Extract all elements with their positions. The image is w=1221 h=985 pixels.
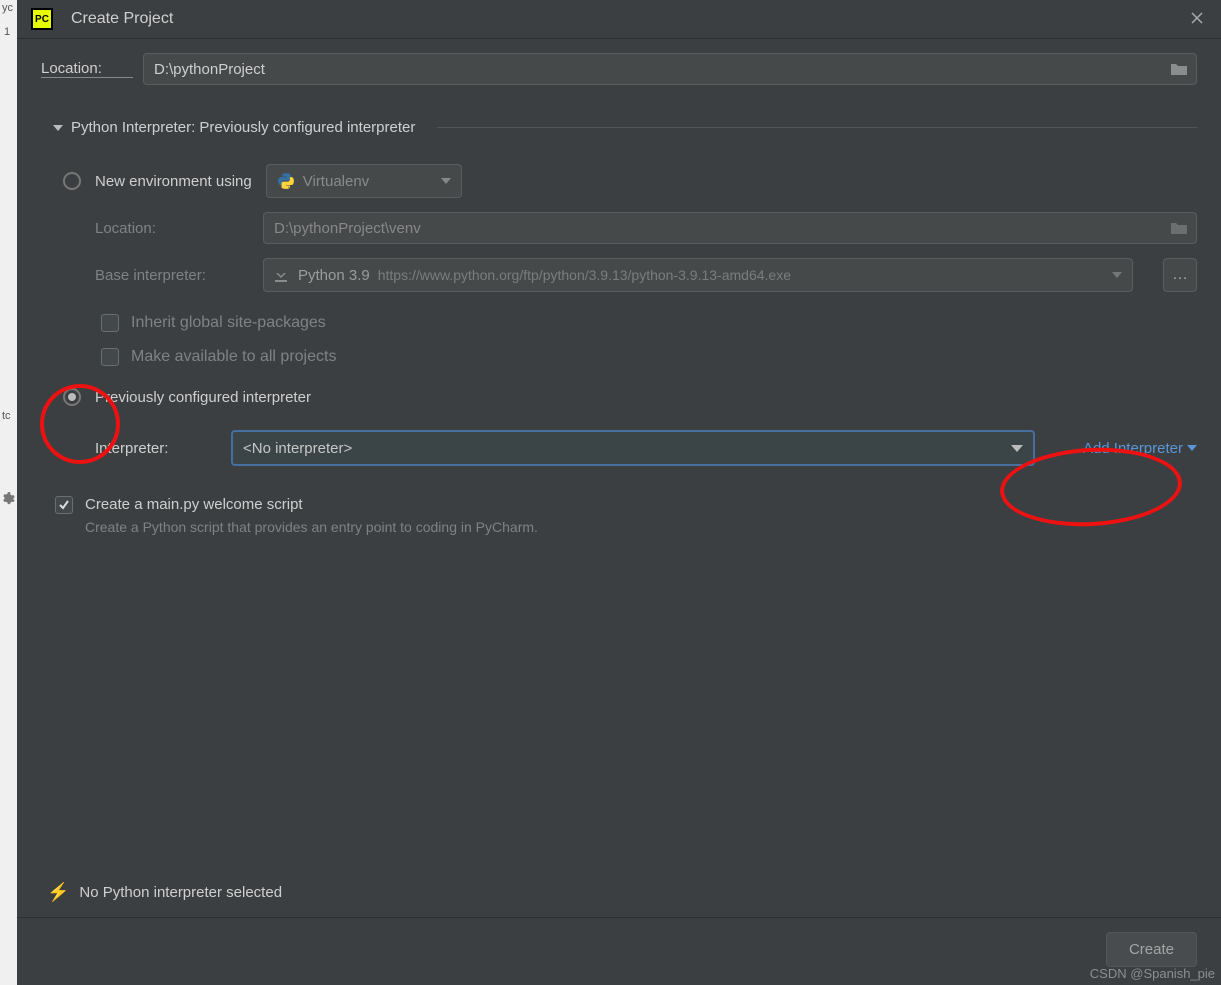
strip-text: yc <box>0 0 17 16</box>
radio-new-env[interactable] <box>63 172 81 190</box>
prev-radio-row[interactable]: Previously configured interpreter <box>63 388 1197 406</box>
welcome-script-row[interactable]: Create a main.py welcome script Create a… <box>55 496 1197 535</box>
python-icon <box>277 172 295 190</box>
gear-icon <box>1 492 15 506</box>
env-location-label: Location: <box>95 220 243 237</box>
create-project-dialog: PC Create Project Location: D:\pythonPro… <box>17 0 1221 985</box>
env-type-dropdown[interactable]: Virtualenv <box>266 164 462 198</box>
env-location-input: D:\pythonProject\venv <box>263 212 1197 244</box>
inherit-label: Inherit global site-packages <box>131 314 326 332</box>
chevron-down-icon <box>1187 445 1197 451</box>
dialog-title: Create Project <box>71 10 1189 28</box>
background-window-strip: yc 1 tc <box>0 0 17 985</box>
radio-prev-configured[interactable] <box>63 388 81 406</box>
location-value: D:\pythonProject <box>154 61 265 78</box>
interpreter-value: <No interpreter> <box>243 440 352 457</box>
welcome-checkbox[interactable] <box>55 496 73 514</box>
lightning-icon: ⚡ <box>47 882 69 903</box>
warning-text: No Python interpreter selected <box>79 884 282 901</box>
chevron-down-icon <box>53 123 63 133</box>
interpreter-section-header[interactable]: Python Interpreter: Previously configure… <box>53 119 1197 136</box>
interpreter-dropdown[interactable]: <No interpreter> <box>231 430 1035 466</box>
watermark: CSDN @Spanish_pie <box>1090 966 1215 981</box>
chevron-down-icon <box>1011 445 1023 452</box>
location-input[interactable]: D:\pythonProject <box>143 53 1197 85</box>
location-label: Location: <box>41 60 133 78</box>
strip-text: 1 <box>0 16 17 48</box>
close-icon[interactable] <box>1189 10 1207 28</box>
base-interpreter-label: Base interpreter: <box>95 267 243 284</box>
browse-button: … <box>1163 258 1197 292</box>
make-available-checkbox-row: Make available to all projects <box>101 348 1197 366</box>
interpreter-label: Interpreter: <box>95 440 211 457</box>
create-button[interactable]: Create <box>1106 932 1197 967</box>
download-icon <box>274 268 288 282</box>
welcome-sublabel: Create a Python script that provides an … <box>85 519 538 535</box>
warning-row: ⚡ No Python interpreter selected <box>41 872 1197 913</box>
chevron-down-icon <box>1112 272 1122 278</box>
new-env-label: New environment using <box>95 173 252 190</box>
strip-text: tc <box>2 410 11 422</box>
folder-icon <box>1170 221 1188 235</box>
make-available-label: Make available to all projects <box>131 348 336 366</box>
base-interpreter-dropdown: Python 3.9 https://www.python.org/ftp/py… <box>263 258 1133 292</box>
welcome-label: Create a main.py welcome script <box>85 496 538 513</box>
dialog-titlebar: PC Create Project <box>17 0 1221 39</box>
new-env-radio-row[interactable]: New environment using Virtualenv <box>63 164 1197 198</box>
base-interpreter-sub: https://www.python.org/ftp/python/3.9.13… <box>378 267 791 283</box>
inherit-checkbox <box>101 314 119 332</box>
add-interpreter-label: Add Interpreter <box>1083 440 1183 457</box>
base-interpreter-main: Python 3.9 <box>298 267 370 284</box>
section-title: Python Interpreter: Previously configure… <box>71 119 415 136</box>
prev-label: Previously configured interpreter <box>95 389 311 406</box>
pycharm-icon: PC <box>31 8 53 30</box>
make-available-checkbox <box>101 348 119 366</box>
env-type-value: Virtualenv <box>303 173 369 190</box>
add-interpreter-link[interactable]: Add Interpreter <box>1083 440 1197 457</box>
divider-line <box>437 127 1197 128</box>
env-location-value: D:\pythonProject\venv <box>274 220 421 237</box>
inherit-checkbox-row: Inherit global site-packages <box>101 314 1197 332</box>
folder-icon[interactable] <box>1170 62 1188 76</box>
chevron-down-icon <box>441 178 451 184</box>
